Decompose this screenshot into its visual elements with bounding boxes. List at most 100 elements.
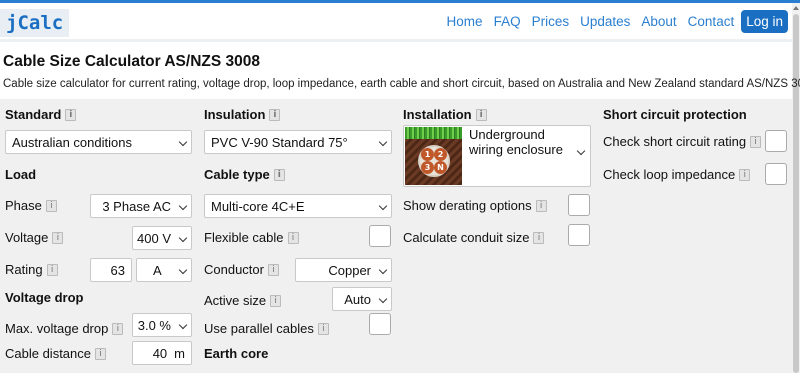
cable-type-heading-text: Cable type xyxy=(204,167,270,182)
info-icon[interactable]: i xyxy=(317,322,329,335)
chevron-down-icon xyxy=(178,201,188,211)
parallel-cables-label-text: Use parallel cables xyxy=(204,321,314,336)
max-voltage-drop-label: Max. voltage drop i xyxy=(5,321,124,336)
active-size-select[interactable]: Auto xyxy=(332,287,392,311)
main-nav: Home FAQ Prices Updates About Contact Lo… xyxy=(436,10,788,33)
conductor-select[interactable]: Copper xyxy=(295,258,392,282)
chevron-down-icon xyxy=(178,265,188,275)
active-size-label-text: Active size xyxy=(204,293,267,308)
cable-type-select[interactable]: Multi-core 4C+E xyxy=(204,194,392,218)
login-button[interactable]: Log in xyxy=(741,10,788,33)
cable-distance-unit: m xyxy=(174,345,185,361)
info-icon[interactable]: i xyxy=(475,108,487,121)
loop-impedance-checkbox[interactable] xyxy=(765,163,787,185)
voltage-label: Voltage i xyxy=(5,230,64,245)
max-voltage-drop-select[interactable]: 3.0 % xyxy=(132,313,192,337)
parallel-cables-label: Use parallel cables i xyxy=(204,321,329,336)
info-icon[interactable]: i xyxy=(46,263,58,276)
rating-unit-value: A xyxy=(153,262,162,278)
voltage-select-value: 400 V xyxy=(137,230,171,246)
info-icon[interactable]: i xyxy=(95,347,106,360)
header-divider xyxy=(0,39,792,42)
jcalc-logo[interactable]: jCalc xyxy=(0,9,70,37)
underground-enclosure-image: 1 2 3 N xyxy=(405,127,462,185)
installation-select[interactable]: 1 2 3 N Underground wiring enclosure xyxy=(403,125,591,187)
info-icon[interactable]: i xyxy=(112,322,124,335)
nav-prices[interactable]: Prices xyxy=(532,14,570,29)
info-icon[interactable]: i xyxy=(533,231,545,244)
standard-heading-text: Standard xyxy=(5,107,62,122)
cable-type-select-value: Multi-core 4C+E xyxy=(211,198,305,214)
chevron-down-icon xyxy=(378,201,388,211)
active-size-label: Active size i xyxy=(204,293,282,308)
derating-options-label: Show derating options i xyxy=(403,198,547,213)
cable-type-heading: Cable type i xyxy=(204,167,285,182)
info-icon[interactable]: i xyxy=(750,135,762,148)
conductor-select-value: Copper xyxy=(328,262,371,278)
info-icon[interactable]: i xyxy=(739,168,751,181)
phase-select[interactable]: 3 Phase AC xyxy=(90,194,192,218)
standard-select[interactable]: Australian conditions xyxy=(5,130,192,154)
derating-options-checkbox[interactable] xyxy=(568,194,590,216)
chevron-down-icon xyxy=(378,137,388,147)
cable-distance-label: Cable distance i xyxy=(5,346,106,361)
nav-faq[interactable]: FAQ xyxy=(494,14,521,29)
cable-core-1: 1 xyxy=(421,148,434,161)
phase-select-value: 3 Phase AC xyxy=(102,198,171,214)
info-icon[interactable]: i xyxy=(535,199,547,212)
info-icon[interactable]: i xyxy=(287,231,299,244)
active-size-select-value: Auto xyxy=(344,291,371,307)
parallel-cables-checkbox[interactable] xyxy=(369,313,391,335)
cable-distance-label-text: Cable distance xyxy=(5,346,91,361)
cable-distance-input[interactable]: 40 m xyxy=(132,341,192,365)
info-icon[interactable]: i xyxy=(269,108,281,121)
nav-about[interactable]: About xyxy=(641,14,676,29)
nav-updates[interactable]: Updates xyxy=(580,14,630,29)
rating-input[interactable]: 63 xyxy=(90,258,132,282)
flexible-cable-checkbox[interactable] xyxy=(369,225,391,247)
conductor-label-text: Conductor xyxy=(204,262,264,277)
short-circuit-heading: Short circuit protection xyxy=(603,107,747,122)
flexible-cable-label: Flexible cable i xyxy=(204,230,299,245)
insulation-select[interactable]: PVC V-90 Standard 75° xyxy=(204,130,392,154)
info-icon[interactable]: i xyxy=(273,168,285,181)
nav-contact[interactable]: Contact xyxy=(688,14,735,29)
short-circuit-rating-checkbox[interactable] xyxy=(765,130,787,152)
chevron-down-icon xyxy=(178,233,188,243)
info-icon[interactable]: i xyxy=(52,231,64,244)
info-icon[interactable]: i xyxy=(65,108,77,121)
standard-select-value: Australian conditions xyxy=(12,134,132,150)
earth-core-heading: Earth core xyxy=(204,346,269,361)
chevron-down-icon xyxy=(378,294,388,304)
voltage-select[interactable]: 400 V xyxy=(132,226,192,250)
chevron-down-icon xyxy=(378,265,388,275)
chevron-down-icon xyxy=(178,137,188,147)
info-icon[interactable]: i xyxy=(267,263,279,276)
cable-distance-value: 40 xyxy=(152,345,168,361)
loop-impedance-label: Check loop impedance i xyxy=(603,167,751,182)
rating-unit-select[interactable]: A xyxy=(136,258,192,282)
conduit-size-label: Calculate conduit size i xyxy=(403,230,545,245)
nav-home[interactable]: Home xyxy=(447,14,483,29)
conduit-size-checkbox[interactable] xyxy=(568,224,590,246)
insulation-select-value: PVC V-90 Standard 75° xyxy=(211,134,348,150)
scrollbar-thumb[interactable] xyxy=(793,14,799,373)
standard-heading: Standard i xyxy=(5,107,77,122)
voltage-label-text: Voltage xyxy=(5,230,49,245)
phase-label-text: Phase xyxy=(5,198,42,213)
rating-label: Rating i xyxy=(5,262,58,277)
installation-heading: Installation i xyxy=(403,107,487,122)
short-circuit-rating-label: Check short circuit rating i xyxy=(603,134,762,149)
derating-options-label-text: Show derating options xyxy=(403,198,532,213)
info-icon[interactable]: i xyxy=(270,294,282,307)
info-icon[interactable]: i xyxy=(45,199,57,212)
conduit-pipe-graphic: 1 2 3 N xyxy=(418,145,450,177)
conduit-size-label-text: Calculate conduit size xyxy=(403,230,530,245)
insulation-heading-text: Insulation xyxy=(204,107,266,122)
short-circuit-rating-label-text: Check short circuit rating xyxy=(603,134,747,149)
load-heading: Load xyxy=(5,167,37,182)
scroll-up-arrow-icon[interactable] xyxy=(793,6,799,10)
loop-impedance-label-text: Check loop impedance xyxy=(603,167,736,182)
conductor-label: Conductor i xyxy=(204,262,279,277)
insulation-heading: Insulation i xyxy=(204,107,281,122)
